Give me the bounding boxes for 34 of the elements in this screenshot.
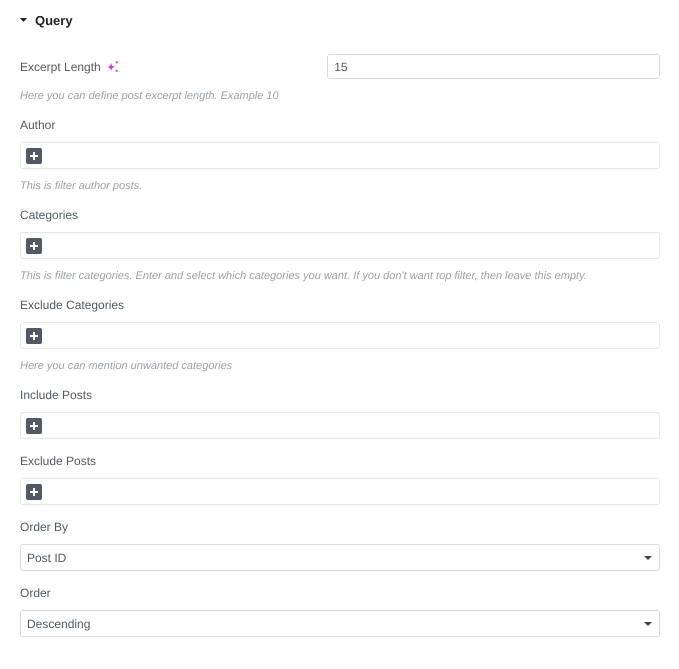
field-label: Exclude Categories	[20, 298, 124, 312]
caret-icon	[644, 622, 652, 626]
plus-icon	[30, 242, 38, 250]
field-label: Order By	[20, 520, 68, 534]
field-label: Categories	[20, 208, 78, 222]
help-text: Here you can mention unwanted categories	[20, 359, 234, 373]
help-text: This is filter categories. Enter and select which categories you want. If you don't want top filter, then leave this empty.	[20, 269, 588, 283]
add-button[interactable]	[26, 328, 42, 344]
add-button[interactable]	[26, 418, 42, 434]
input-field[interactable]	[20, 142, 660, 169]
dropdown[interactable]: Descending	[20, 610, 660, 637]
section-header[interactable]: Query	[20, 0, 73, 40]
add-button[interactable]	[26, 238, 42, 254]
dropdown[interactable]: Post ID	[20, 544, 660, 571]
sparkle-icon[interactable]	[106, 61, 118, 72]
input-field[interactable]	[20, 478, 660, 505]
field-label: Exclude Posts	[20, 454, 96, 468]
plus-icon	[30, 422, 38, 430]
plus-icon	[30, 332, 38, 340]
plus-icon	[30, 152, 38, 160]
field-label: Author	[20, 118, 56, 132]
caret-icon	[644, 556, 652, 560]
field-label: Include Posts	[20, 388, 92, 402]
number-input[interactable]: 15	[327, 54, 660, 79]
help-text: Here you can define post excerpt length. Example 10	[20, 89, 280, 103]
add-button[interactable]	[26, 484, 42, 500]
field-label: Order	[20, 586, 51, 600]
plus-icon	[30, 488, 38, 496]
help-text: This is filter author posts.	[20, 179, 144, 193]
input-field[interactable]	[20, 232, 660, 259]
input-field[interactable]	[20, 322, 660, 349]
input-field[interactable]	[20, 412, 660, 439]
field-label: Excerpt Length	[20, 60, 101, 74]
add-button[interactable]	[26, 148, 42, 164]
